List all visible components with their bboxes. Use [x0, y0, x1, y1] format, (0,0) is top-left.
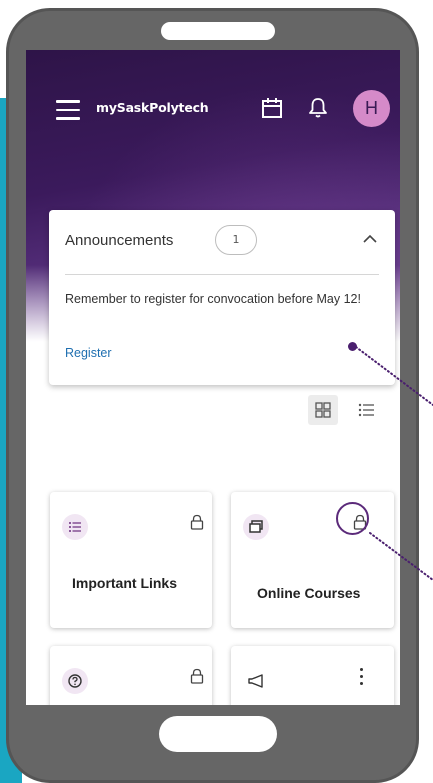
megaphone-icon: [243, 668, 269, 694]
lock-icon[interactable]: [190, 668, 204, 684]
tile-online-courses[interactable]: Online Courses: [231, 492, 394, 628]
stage: mySaskPolytech H Announcements 1 Remembe…: [0, 0, 433, 783]
lock-icon[interactable]: [190, 514, 204, 530]
list-icon: [62, 514, 88, 540]
announcements-card: Announcements 1 Remember to register for…: [49, 210, 395, 385]
more-vertical-icon[interactable]: [358, 668, 364, 688]
user-avatar[interactable]: H: [353, 90, 390, 127]
announcement-message: Remember to register for convocation bef…: [65, 292, 361, 306]
chevron-up-icon[interactable]: [361, 232, 379, 246]
tile-label: Online Courses: [257, 585, 361, 601]
app-screen: mySaskPolytech H Announcements 1 Remembe…: [26, 50, 400, 705]
register-link[interactable]: Register: [65, 346, 112, 360]
hamburger-icon[interactable]: [56, 100, 80, 120]
phone-home-button[interactable]: [159, 716, 277, 752]
top-app-bar: mySaskPolytech H: [26, 90, 400, 134]
list-view-button[interactable]: [352, 395, 382, 425]
announcements-divider: [65, 274, 379, 275]
announcements-title: Announcements: [65, 232, 174, 249]
grid-view-icon: [315, 402, 331, 418]
phone-speaker: [161, 22, 275, 40]
calendar-icon[interactable]: [261, 97, 283, 119]
tile-help[interactable]: [50, 646, 212, 705]
grid-view-button[interactable]: [308, 395, 338, 425]
callout-circle: [336, 502, 369, 535]
announcements-count-badge: 1: [215, 225, 257, 255]
callout-dot: [348, 342, 357, 351]
app-brand: mySaskPolytech: [96, 100, 209, 115]
list-view-icon: [358, 403, 374, 417]
tile-important-links[interactable]: Important Links: [50, 492, 212, 628]
tile-label: Important Links: [72, 575, 178, 591]
windows-icon: [243, 514, 269, 540]
tile-announcements[interactable]: [231, 646, 394, 705]
bell-icon[interactable]: [306, 96, 330, 120]
help-circle-icon: [62, 668, 88, 694]
